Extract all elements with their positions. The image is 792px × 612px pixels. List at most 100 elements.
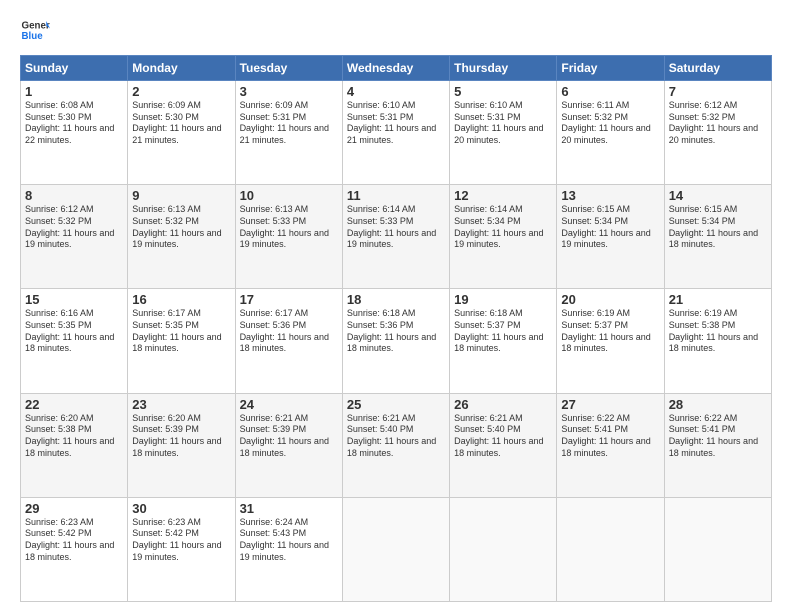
- calendar-cell: 16 Sunrise: 6:17 AMSunset: 5:35 PMDaylig…: [128, 289, 235, 393]
- calendar-cell: 2 Sunrise: 6:09 AMSunset: 5:30 PMDayligh…: [128, 81, 235, 185]
- day-number: 1: [25, 84, 123, 99]
- calendar-cell: 8 Sunrise: 6:12 AMSunset: 5:32 PMDayligh…: [21, 185, 128, 289]
- day-number: 6: [561, 84, 659, 99]
- week-row-5: 29 Sunrise: 6:23 AMSunset: 5:42 PMDaylig…: [21, 497, 772, 601]
- day-number: 8: [25, 188, 123, 203]
- day-number: 5: [454, 84, 552, 99]
- day-number: 24: [240, 397, 338, 412]
- calendar-cell: 3 Sunrise: 6:09 AMSunset: 5:31 PMDayligh…: [235, 81, 342, 185]
- day-info: Sunrise: 6:20 AMSunset: 5:38 PMDaylight:…: [25, 413, 114, 458]
- day-number: 28: [669, 397, 767, 412]
- day-number: 7: [669, 84, 767, 99]
- weekday-header: SundayMondayTuesdayWednesdayThursdayFrid…: [21, 56, 772, 81]
- logo-icon: General Blue: [20, 15, 50, 45]
- calendar-cell: 9 Sunrise: 6:13 AMSunset: 5:32 PMDayligh…: [128, 185, 235, 289]
- day-number: 19: [454, 292, 552, 307]
- day-info: Sunrise: 6:17 AMSunset: 5:36 PMDaylight:…: [240, 308, 329, 353]
- day-info: Sunrise: 6:24 AMSunset: 5:43 PMDaylight:…: [240, 517, 329, 562]
- day-info: Sunrise: 6:21 AMSunset: 5:40 PMDaylight:…: [347, 413, 436, 458]
- calendar-cell: 4 Sunrise: 6:10 AMSunset: 5:31 PMDayligh…: [342, 81, 449, 185]
- day-number: 9: [132, 188, 230, 203]
- day-info: Sunrise: 6:20 AMSunset: 5:39 PMDaylight:…: [132, 413, 221, 458]
- calendar-cell: 31 Sunrise: 6:24 AMSunset: 5:43 PMDaylig…: [235, 497, 342, 601]
- day-info: Sunrise: 6:12 AMSunset: 5:32 PMDaylight:…: [25, 204, 114, 249]
- week-row-1: 1 Sunrise: 6:08 AMSunset: 5:30 PMDayligh…: [21, 81, 772, 185]
- day-number: 16: [132, 292, 230, 307]
- calendar-cell: 20 Sunrise: 6:19 AMSunset: 5:37 PMDaylig…: [557, 289, 664, 393]
- calendar-cell: [450, 497, 557, 601]
- calendar-cell: [557, 497, 664, 601]
- calendar-table: SundayMondayTuesdayWednesdayThursdayFrid…: [20, 55, 772, 602]
- calendar-body: 1 Sunrise: 6:08 AMSunset: 5:30 PMDayligh…: [21, 81, 772, 602]
- day-info: Sunrise: 6:19 AMSunset: 5:38 PMDaylight:…: [669, 308, 758, 353]
- day-number: 11: [347, 188, 445, 203]
- day-info: Sunrise: 6:16 AMSunset: 5:35 PMDaylight:…: [25, 308, 114, 353]
- calendar-cell: 23 Sunrise: 6:20 AMSunset: 5:39 PMDaylig…: [128, 393, 235, 497]
- calendar-cell: 25 Sunrise: 6:21 AMSunset: 5:40 PMDaylig…: [342, 393, 449, 497]
- day-number: 22: [25, 397, 123, 412]
- day-info: Sunrise: 6:23 AMSunset: 5:42 PMDaylight:…: [132, 517, 221, 562]
- calendar-cell: 19 Sunrise: 6:18 AMSunset: 5:37 PMDaylig…: [450, 289, 557, 393]
- svg-text:Blue: Blue: [22, 31, 44, 42]
- weekday-thursday: Thursday: [450, 56, 557, 81]
- calendar-cell: 12 Sunrise: 6:14 AMSunset: 5:34 PMDaylig…: [450, 185, 557, 289]
- calendar-cell: 1 Sunrise: 6:08 AMSunset: 5:30 PMDayligh…: [21, 81, 128, 185]
- day-info: Sunrise: 6:13 AMSunset: 5:32 PMDaylight:…: [132, 204, 221, 249]
- calendar-cell: 6 Sunrise: 6:11 AMSunset: 5:32 PMDayligh…: [557, 81, 664, 185]
- calendar-cell: 14 Sunrise: 6:15 AMSunset: 5:34 PMDaylig…: [664, 185, 771, 289]
- calendar-cell: 22 Sunrise: 6:20 AMSunset: 5:38 PMDaylig…: [21, 393, 128, 497]
- day-info: Sunrise: 6:18 AMSunset: 5:37 PMDaylight:…: [454, 308, 543, 353]
- day-info: Sunrise: 6:14 AMSunset: 5:33 PMDaylight:…: [347, 204, 436, 249]
- day-info: Sunrise: 6:18 AMSunset: 5:36 PMDaylight:…: [347, 308, 436, 353]
- calendar-cell: 10 Sunrise: 6:13 AMSunset: 5:33 PMDaylig…: [235, 185, 342, 289]
- calendar-cell: 27 Sunrise: 6:22 AMSunset: 5:41 PMDaylig…: [557, 393, 664, 497]
- day-number: 10: [240, 188, 338, 203]
- day-info: Sunrise: 6:10 AMSunset: 5:31 PMDaylight:…: [454, 100, 543, 145]
- day-info: Sunrise: 6:17 AMSunset: 5:35 PMDaylight:…: [132, 308, 221, 353]
- day-info: Sunrise: 6:23 AMSunset: 5:42 PMDaylight:…: [25, 517, 114, 562]
- calendar-cell: 13 Sunrise: 6:15 AMSunset: 5:34 PMDaylig…: [557, 185, 664, 289]
- weekday-sunday: Sunday: [21, 56, 128, 81]
- calendar-cell: 7 Sunrise: 6:12 AMSunset: 5:32 PMDayligh…: [664, 81, 771, 185]
- day-number: 27: [561, 397, 659, 412]
- day-number: 14: [669, 188, 767, 203]
- day-number: 31: [240, 501, 338, 516]
- calendar-cell: 24 Sunrise: 6:21 AMSunset: 5:39 PMDaylig…: [235, 393, 342, 497]
- calendar-cell: 30 Sunrise: 6:23 AMSunset: 5:42 PMDaylig…: [128, 497, 235, 601]
- day-number: 18: [347, 292, 445, 307]
- day-info: Sunrise: 6:21 AMSunset: 5:39 PMDaylight:…: [240, 413, 329, 458]
- weekday-friday: Friday: [557, 56, 664, 81]
- day-info: Sunrise: 6:13 AMSunset: 5:33 PMDaylight:…: [240, 204, 329, 249]
- day-number: 23: [132, 397, 230, 412]
- logo: General Blue: [20, 15, 50, 45]
- calendar-cell: 17 Sunrise: 6:17 AMSunset: 5:36 PMDaylig…: [235, 289, 342, 393]
- calendar-cell: 21 Sunrise: 6:19 AMSunset: 5:38 PMDaylig…: [664, 289, 771, 393]
- day-info: Sunrise: 6:09 AMSunset: 5:31 PMDaylight:…: [240, 100, 329, 145]
- day-info: Sunrise: 6:10 AMSunset: 5:31 PMDaylight:…: [347, 100, 436, 145]
- day-info: Sunrise: 6:19 AMSunset: 5:37 PMDaylight:…: [561, 308, 650, 353]
- day-info: Sunrise: 6:21 AMSunset: 5:40 PMDaylight:…: [454, 413, 543, 458]
- calendar-cell: [664, 497, 771, 601]
- header: General Blue: [20, 15, 772, 45]
- day-info: Sunrise: 6:08 AMSunset: 5:30 PMDaylight:…: [25, 100, 114, 145]
- calendar-cell: [342, 497, 449, 601]
- week-row-2: 8 Sunrise: 6:12 AMSunset: 5:32 PMDayligh…: [21, 185, 772, 289]
- day-number: 17: [240, 292, 338, 307]
- day-number: 2: [132, 84, 230, 99]
- day-info: Sunrise: 6:22 AMSunset: 5:41 PMDaylight:…: [561, 413, 650, 458]
- day-info: Sunrise: 6:12 AMSunset: 5:32 PMDaylight:…: [669, 100, 758, 145]
- svg-text:General: General: [22, 21, 51, 32]
- week-row-3: 15 Sunrise: 6:16 AMSunset: 5:35 PMDaylig…: [21, 289, 772, 393]
- day-info: Sunrise: 6:14 AMSunset: 5:34 PMDaylight:…: [454, 204, 543, 249]
- calendar-cell: 28 Sunrise: 6:22 AMSunset: 5:41 PMDaylig…: [664, 393, 771, 497]
- calendar-cell: 15 Sunrise: 6:16 AMSunset: 5:35 PMDaylig…: [21, 289, 128, 393]
- weekday-tuesday: Tuesday: [235, 56, 342, 81]
- day-info: Sunrise: 6:15 AMSunset: 5:34 PMDaylight:…: [561, 204, 650, 249]
- day-info: Sunrise: 6:11 AMSunset: 5:32 PMDaylight:…: [561, 100, 650, 145]
- week-row-4: 22 Sunrise: 6:20 AMSunset: 5:38 PMDaylig…: [21, 393, 772, 497]
- weekday-saturday: Saturday: [664, 56, 771, 81]
- calendar-cell: 18 Sunrise: 6:18 AMSunset: 5:36 PMDaylig…: [342, 289, 449, 393]
- day-number: 15: [25, 292, 123, 307]
- calendar-cell: 11 Sunrise: 6:14 AMSunset: 5:33 PMDaylig…: [342, 185, 449, 289]
- day-info: Sunrise: 6:22 AMSunset: 5:41 PMDaylight:…: [669, 413, 758, 458]
